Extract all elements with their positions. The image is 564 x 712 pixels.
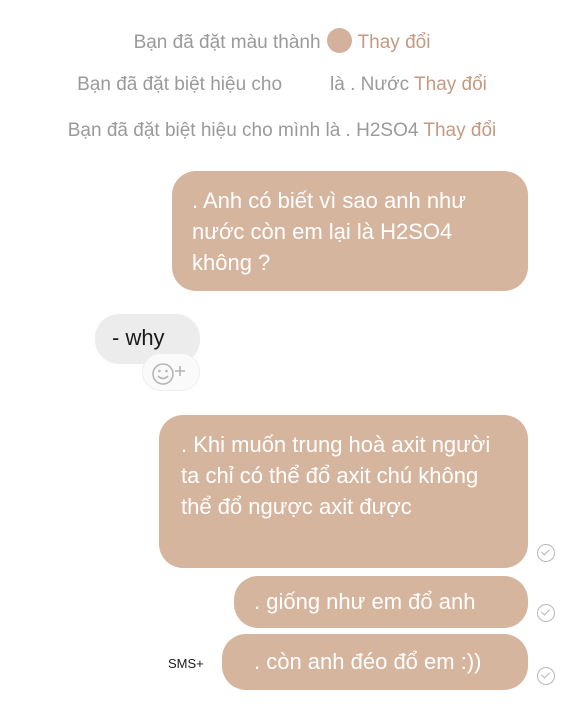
- message-text: . còn anh đéo đổ em :)): [254, 649, 482, 674]
- message-text: - why: [112, 325, 165, 350]
- notice-text: Bạn đã đặt màu thành: [133, 32, 321, 53]
- notice-text: Bạn đã đặt biệt hiệu cho mình là . H2SO4: [67, 120, 419, 141]
- delivered-check-icon: [537, 544, 555, 562]
- reaction-button[interactable]: [142, 353, 200, 391]
- system-notice-nickname-other: Bạn đã đặt biệt hiệu cho là . Nước Thay đ…: [0, 74, 564, 96]
- message-text: . giống như em đổ anh: [254, 589, 476, 614]
- message-bubble-sent[interactable]: . giống như em đổ anh: [234, 576, 528, 628]
- message-bubble-sent[interactable]: . Khi muốn trung hoà axit người ta chỉ c…: [159, 415, 528, 568]
- message-text: . Khi muốn trung hoà axit người ta chỉ c…: [181, 432, 491, 519]
- emoji-add-icon: [152, 363, 185, 385]
- notice-text: Bạn đã đặt biệt hiệu cho: [77, 74, 283, 95]
- system-notice-nickname-self: Bạn đã đặt biệt hiệu cho mình là . H2SO4…: [0, 120, 564, 142]
- color-swatch: [326, 28, 352, 53]
- delivered-check-icon: [537, 667, 555, 685]
- change-color-link[interactable]: Thay đổi: [358, 32, 431, 53]
- change-self-nickname-link[interactable]: Thay đổi: [423, 120, 496, 141]
- message-text: . Anh có biết vì sao anh như nước còn em…: [192, 188, 467, 275]
- change-nickname-link[interactable]: Thay đổi: [414, 74, 487, 95]
- system-notice-color: Bạn đã đặt màu thành Thay đổi: [0, 28, 564, 54]
- delivered-check-icon: [537, 604, 555, 622]
- watermark: SMS+: [168, 656, 204, 671]
- notice-suffix: là . Nước: [330, 74, 410, 95]
- message-bubble-sent[interactable]: . Anh có biết vì sao anh như nước còn em…: [172, 171, 528, 291]
- message-bubble-sent[interactable]: . còn anh đéo đổ em :)): [222, 634, 528, 690]
